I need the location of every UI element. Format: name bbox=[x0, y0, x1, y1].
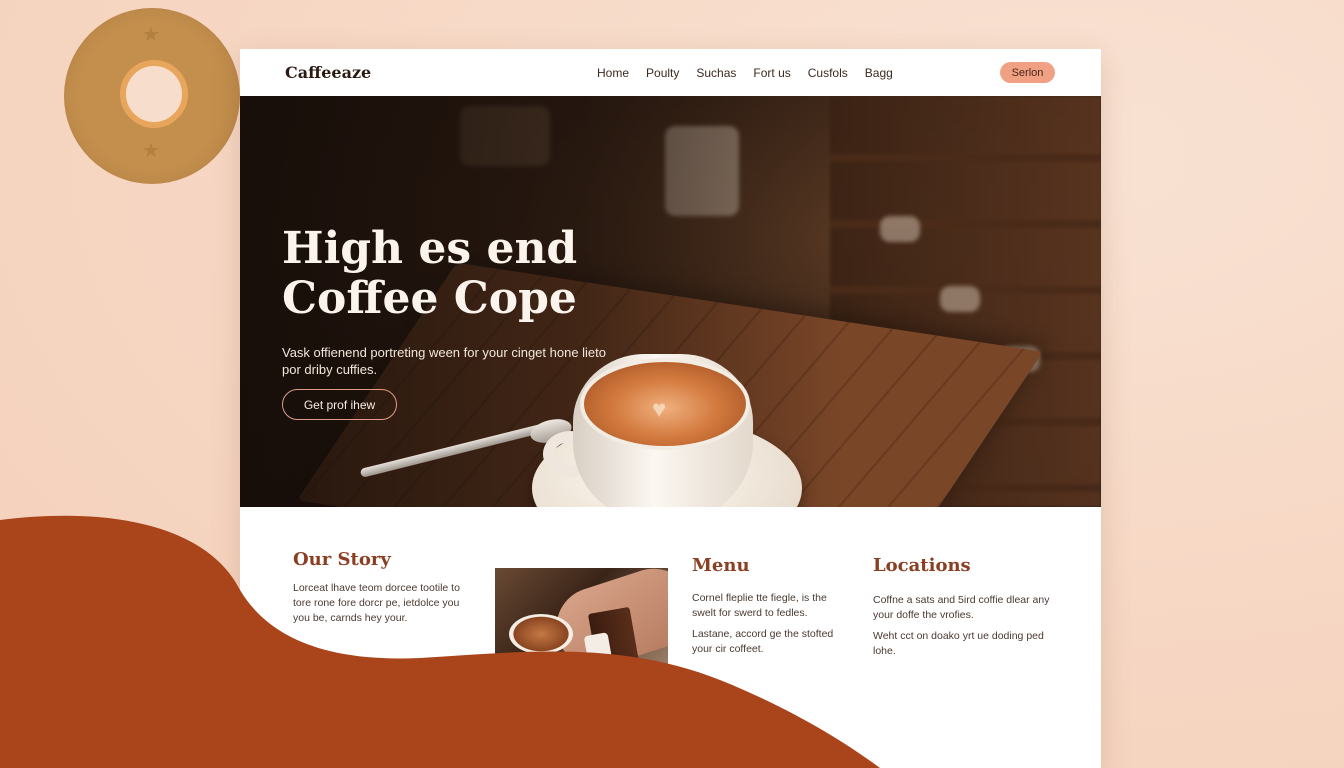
hero-subtitle: Vask offienend portreting ween for your … bbox=[282, 345, 607, 377]
hero-title-line-2: Coffee Cope bbox=[282, 273, 577, 324]
menu-title: Menu bbox=[692, 555, 750, 576]
menu-text-2: Lastane, accord ge the stofted your cir … bbox=[692, 628, 834, 655]
nav-link-cusfols[interactable]: Cusfols bbox=[808, 66, 848, 80]
info-section: Our Story Lorceat lhave teom dorcee toot… bbox=[240, 507, 1101, 768]
locations-title: Locations bbox=[873, 555, 971, 576]
star-icon: ★ bbox=[142, 140, 160, 162]
nav-link-fort-us[interactable]: Fort us bbox=[753, 66, 790, 80]
nav-links: Home Poulty Suchas Fort us Cusfols Bagg bbox=[597, 66, 893, 80]
latte-art-heart-icon: ♥ bbox=[652, 396, 667, 423]
hero-title-line-1: High es end bbox=[282, 223, 578, 274]
nav-link-poulty[interactable]: Poulty bbox=[646, 66, 679, 80]
locations-text: Coffne a sats and 5ird coffie dlear any … bbox=[873, 593, 1053, 665]
decorative-disc: ★ ★ bbox=[64, 8, 240, 184]
star-icon: ★ bbox=[142, 24, 160, 46]
nav-link-home[interactable]: Home bbox=[597, 66, 629, 80]
nav-link-bagg[interactable]: Bagg bbox=[865, 66, 893, 80]
latte-cup-icon bbox=[509, 614, 573, 654]
our-story-title: Our Story bbox=[293, 549, 391, 570]
website-mockup: Caffeeaze Home Poulty Suchas Fort us Cus… bbox=[240, 49, 1101, 768]
nav-cta-button[interactable]: Serlon bbox=[1000, 62, 1055, 83]
menu-text-1: Cornel fleplie tte fiegle, is the swelt … bbox=[692, 592, 827, 619]
brand-logo[interactable]: Caffeeaze bbox=[285, 63, 371, 82]
nav-link-suchas[interactable]: Suchas bbox=[696, 66, 736, 80]
menu-text: Cornel fleplie tte fiegle, is the swelt … bbox=[692, 591, 852, 663]
our-story-text: Lorceat lhave teom dorcee tootile to tor… bbox=[293, 582, 460, 624]
hero-section: ♥ High es end Coffee Cope Vask offienend… bbox=[240, 96, 1101, 507]
hero-title: High es end Coffee Cope bbox=[282, 224, 622, 324]
latte-and-cake-photo bbox=[495, 568, 668, 685]
locations-text-1: Coffne a sats and 5ird coffie dlear any … bbox=[873, 594, 1050, 621]
hero-cta-button[interactable]: Get prof ihew bbox=[282, 389, 397, 420]
locations-text-2: Weht cct on doako yrt ue doding ped lohe… bbox=[873, 630, 1044, 657]
decorative-ring-icon bbox=[120, 60, 188, 128]
top-navbar: Caffeeaze Home Poulty Suchas Fort us Cus… bbox=[240, 49, 1101, 96]
